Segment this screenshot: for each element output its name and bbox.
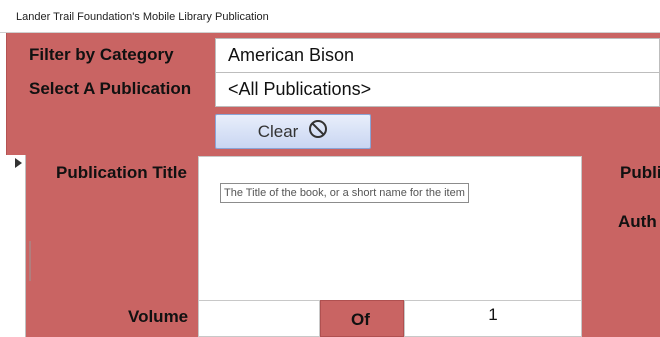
clear-button[interactable]: Clear [215, 114, 371, 149]
publisher-label: Publi [620, 163, 660, 182]
publication-title-label: Publication Title [56, 163, 187, 182]
clear-button-label: Clear [257, 121, 299, 141]
title-tooltip: The Title of the book, or a short name f… [220, 183, 469, 203]
filter-category-label: Filter by Category [29, 45, 174, 64]
author-label: Auth [618, 212, 657, 231]
select-publication-label: Select A Publication [29, 79, 192, 98]
category-combo[interactable]: American Bison [215, 38, 660, 73]
volume-field[interactable] [198, 300, 320, 337]
window-titlebar: Lander Trail Foundation's Mobile Library… [0, 0, 660, 33]
window-title: Lander Trail Foundation's Mobile Library… [16, 11, 269, 23]
divider [29, 241, 31, 281]
prohibited-circle-icon [308, 119, 328, 144]
of-label-box: Of [320, 300, 404, 337]
of-total-field[interactable]: 1 [404, 300, 582, 337]
publication-combo[interactable]: <All Publications> [215, 72, 660, 107]
of-label: Of [351, 310, 370, 329]
record-selector[interactable] [6, 155, 31, 337]
publication-title-field[interactable] [198, 156, 582, 302]
volume-label: Volume [128, 307, 189, 326]
